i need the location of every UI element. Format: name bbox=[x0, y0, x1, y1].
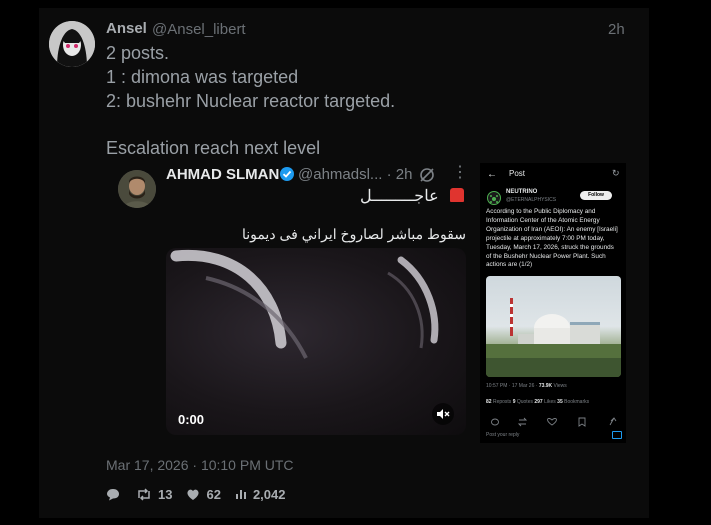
reply-icon bbox=[107, 488, 119, 500]
views-count: 2,042 bbox=[252, 486, 286, 502]
author-name[interactable]: Ansel bbox=[106, 20, 147, 37]
like-icon bbox=[187, 489, 200, 500]
screenshot-meta: 10:57 PM · 17 Mar 26 · 73.9K Views bbox=[486, 383, 567, 389]
screenshot-body-text: According to the Public Diplomacy and In… bbox=[486, 208, 618, 269]
screenshot-author-name: NEUTRINO bbox=[506, 189, 538, 195]
repost-button[interactable]: 13 bbox=[136, 487, 172, 502]
screenshot-follow-button: Follow bbox=[580, 191, 612, 200]
mute-icon[interactable] bbox=[432, 403, 454, 425]
post-timestamp[interactable]: 2h bbox=[608, 21, 625, 38]
more-icon[interactable]: ⋮ bbox=[452, 162, 468, 182]
back-arrow-icon: ← bbox=[487, 169, 497, 180]
quote-urgent-text: عاجـــــــــل bbox=[360, 188, 439, 205]
verified-badge-icon bbox=[280, 167, 294, 181]
post-text-line: 1 : dimona was targeted bbox=[106, 67, 299, 87]
quote-avatar[interactable] bbox=[118, 170, 156, 208]
grok-icon[interactable] bbox=[418, 166, 436, 184]
screenshot-action-row bbox=[490, 414, 618, 427]
screenshot-author-handle: @ETERNALPHYSICS bbox=[506, 197, 557, 203]
post-actions: 13 62 2,042 bbox=[106, 486, 299, 502]
refresh-icon: ↻ bbox=[612, 168, 620, 178]
camera-icon bbox=[612, 431, 622, 439]
video-player[interactable] bbox=[166, 248, 466, 435]
screenshot-reply-placeholder: Post your reply bbox=[486, 432, 520, 438]
quote-author-handle[interactable]: @ahmadsl... · 2h bbox=[298, 166, 412, 183]
video-time: 0:00 bbox=[178, 412, 205, 427]
repost-count: 13 bbox=[158, 486, 173, 502]
views-button[interactable]: 2,042 bbox=[235, 486, 286, 502]
post-text-line: Escalation reach next level bbox=[106, 138, 321, 158]
post-date[interactable]: Mar 17, 2026 · 10:10 PM UTC bbox=[106, 457, 294, 473]
power-plant-photo bbox=[486, 276, 621, 377]
author-handle[interactable]: @Ansel_libert bbox=[152, 21, 246, 38]
screenshot-header-title: Post bbox=[509, 169, 526, 178]
like-count: 62 bbox=[206, 486, 221, 502]
post-text-line: 2: bushehr Nuclear reactor targeted. bbox=[106, 91, 396, 111]
avatar[interactable] bbox=[49, 21, 95, 67]
like-button[interactable]: 62 bbox=[186, 486, 221, 502]
reply-button[interactable] bbox=[106, 488, 120, 501]
views-icon bbox=[235, 490, 246, 499]
repost-icon bbox=[138, 487, 150, 501]
post-text-line: 2 posts. bbox=[106, 43, 170, 63]
screenshot-stats: 82 Reposts 9 Quotes 297 Likes 35 Bookmar… bbox=[486, 399, 590, 405]
quote-body-text: سقوط مباشر لصاروخ ايراني فى ديمونا bbox=[241, 226, 466, 242]
quote-author-name[interactable]: AHMAD SLMAN bbox=[166, 166, 279, 183]
siren-icon bbox=[450, 188, 464, 202]
screenshot-avatar bbox=[487, 191, 501, 205]
